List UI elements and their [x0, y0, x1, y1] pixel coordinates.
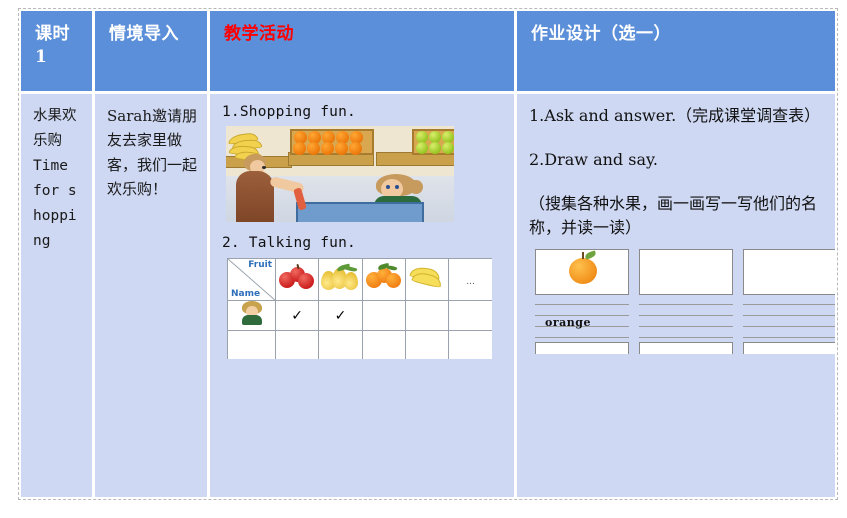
body-cell-homework: 1.Ask and answer.（完成课堂调查表） 2.Draw and sa…: [517, 94, 835, 497]
header-cell-context: 情境导入: [95, 11, 210, 94]
survey-row-1-bananas[interactable]: [404, 300, 450, 331]
orange-fruit-icon: [569, 250, 597, 285]
bananas-icon: [408, 265, 446, 289]
homework-item1: 1.Ask and answer.（完成课堂调查表）: [529, 106, 821, 125]
header-cell-activity: 教学活动: [210, 11, 517, 94]
survey-row-2-name[interactable]: [227, 330, 276, 359]
survey-corner-cell: Fruit Name: [227, 258, 276, 301]
apples-icon: [277, 263, 317, 290]
word-card-strip: orange: [535, 249, 835, 355]
header-cell-homework: 作业设计（选一）: [517, 11, 835, 94]
girl-avatar-icon: [237, 301, 267, 325]
woman-body: [236, 171, 274, 222]
survey-row-2-pears[interactable]: [318, 330, 363, 359]
survey-row-2-bananas[interactable]: [404, 330, 450, 359]
survey-row-2-oranges[interactable]: [361, 330, 406, 359]
word-card-3-drawing-box[interactable]: [743, 249, 835, 296]
word-card-1[interactable]: orange: [535, 249, 629, 355]
body-cell-period: 水果欢乐购 Time for shopping: [21, 94, 95, 497]
activity-item2-label: 2. Talking fun.: [222, 235, 356, 251]
context-text: Sarah邀请朋友去家里做客，我们一起欢乐购！: [107, 107, 198, 198]
fruit-survey-table: Fruit Name ... ✓ ✓: [227, 258, 492, 359]
period-cn-title: 水果欢乐购: [33, 108, 77, 149]
word-card-3[interactable]: [743, 249, 835, 355]
header-homework-label: 作业设计（选一）: [531, 24, 671, 44]
survey-header-oranges: [361, 258, 406, 301]
survey-label-name: Name: [231, 289, 261, 299]
green-apple-item: [442, 142, 454, 154]
header-period-label: 课时: [35, 24, 70, 44]
table-body-row: 水果欢乐购 Time for shopping Sarah邀请朋友去家里做客，我…: [21, 94, 835, 497]
survey-row-2: [227, 330, 492, 359]
survey-row-1-pears[interactable]: ✓: [318, 300, 363, 331]
orange-item: [349, 142, 362, 155]
survey-header-apples: [274, 258, 320, 301]
survey-row-2-apples[interactable]: [274, 330, 320, 359]
survey-row-2-more[interactable]: [448, 330, 492, 359]
word-card-2-next-box: [639, 342, 733, 355]
homework-item2-note: （搜集各种水果，画一画写一写他们的名称，并读一读）: [529, 193, 818, 238]
body-cell-context: Sarah邀请朋友去家里做客，我们一起欢乐购！: [95, 94, 210, 497]
orange-item: [321, 142, 334, 155]
ellipsis-label: ...: [466, 276, 475, 287]
orange-item: [293, 142, 306, 155]
survey-header-row: Fruit Name ...: [227, 258, 492, 301]
survey-header-pears: [318, 258, 363, 301]
word-card-3-next-box: [743, 342, 835, 355]
girl-ponytail: [409, 180, 423, 194]
word-card-2-writing-lines[interactable]: [639, 304, 733, 339]
table-header-row: 课时 1 情境导入 教学活动 作业设计（选一）: [21, 11, 835, 94]
survey-label-fruit: Fruit: [248, 260, 272, 270]
orange-item: [335, 142, 348, 155]
header-context-label: 情境导入: [109, 24, 179, 44]
girl-eye: [395, 185, 399, 189]
green-apple-item: [416, 142, 428, 154]
period-en-title: Time for shopping: [33, 157, 77, 249]
body-cell-activity: 1.Shopping fun. 2. Talking fun. Fruit Na…: [210, 94, 517, 497]
green-apple-item: [429, 142, 441, 154]
word-card-1-word: orange: [545, 316, 591, 330]
survey-header-more: ...: [448, 258, 492, 301]
header-activity-label: 教学活动: [224, 24, 294, 44]
activity-item1-label: 1.Shopping fun.: [222, 104, 356, 120]
shopping-illustration: [226, 126, 454, 222]
survey-row-1: ✓ ✓: [227, 300, 492, 331]
word-card-2-drawing-box[interactable]: [639, 249, 733, 296]
survey-row-1-more[interactable]: [448, 300, 492, 331]
orange-item: [307, 142, 320, 155]
word-card-2[interactable]: [639, 249, 733, 355]
lesson-plan-table: 课时 1 情境导入 教学活动 作业设计（选一） 水果欢乐购 Time for s…: [21, 11, 835, 497]
word-card-1-next-box: [535, 342, 629, 355]
survey-row-1-name: [227, 300, 276, 331]
girl-eye: [386, 185, 390, 189]
survey-row-1-oranges[interactable]: [361, 300, 406, 331]
word-card-1-writing-lines[interactable]: orange: [535, 304, 629, 339]
woman-eye: [262, 166, 266, 169]
header-period-number: 1: [35, 46, 48, 67]
shopping-cart: [296, 202, 424, 222]
word-card-3-writing-lines[interactable]: [743, 304, 835, 339]
oranges-icon: [365, 262, 403, 290]
survey-row-1-apples[interactable]: ✓: [274, 300, 320, 331]
lesson-plan-table-page: 课时 1 情境导入 教学活动 作业设计（选一） 水果欢乐购 Time for s…: [0, 0, 847, 518]
pears-icon: [319, 263, 361, 291]
homework-item2: 2.Draw and say.: [529, 149, 658, 169]
header-cell-period: 课时 1: [21, 11, 95, 94]
survey-header-bananas: [404, 258, 450, 301]
word-card-1-drawing-box[interactable]: [535, 249, 629, 296]
